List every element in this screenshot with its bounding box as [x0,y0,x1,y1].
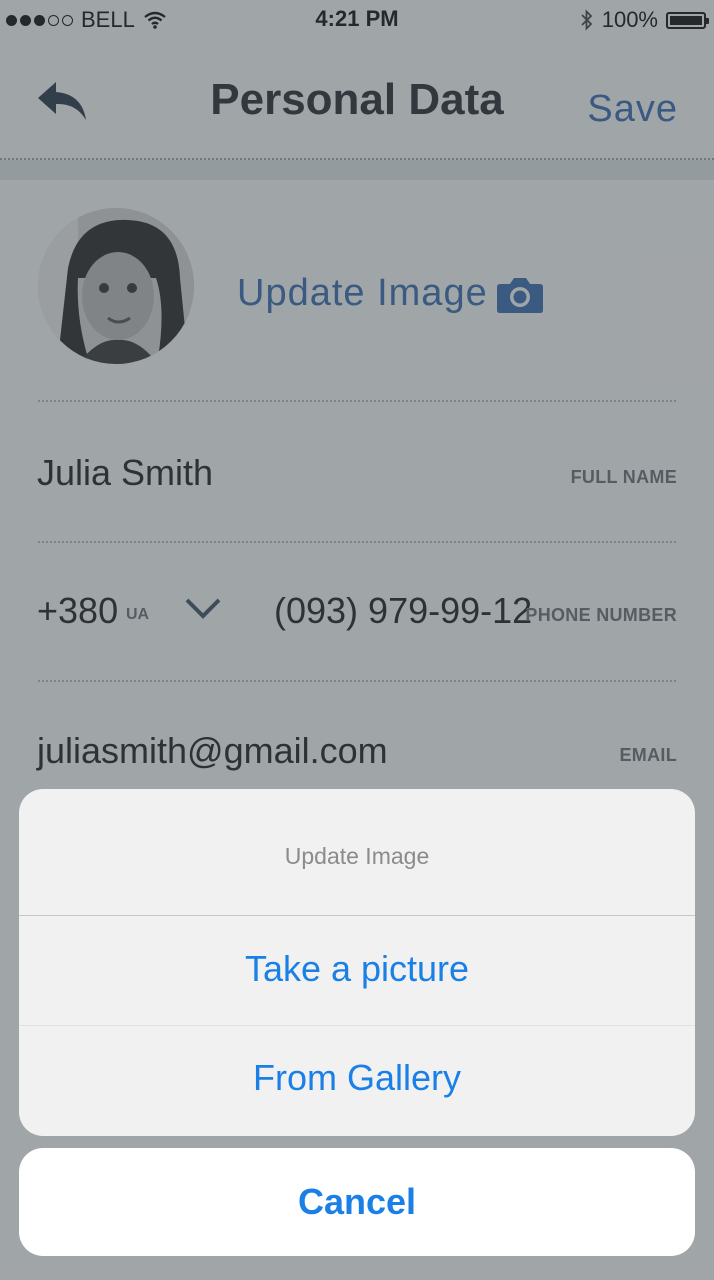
action-sheet-title: Update Image [19,789,695,916]
from-gallery-option[interactable]: From Gallery [19,1026,695,1136]
take-picture-option[interactable]: Take a picture [19,916,695,1026]
cancel-button[interactable]: Cancel [19,1148,695,1256]
action-sheet: Update Image Take a picture From Gallery [19,789,695,1136]
